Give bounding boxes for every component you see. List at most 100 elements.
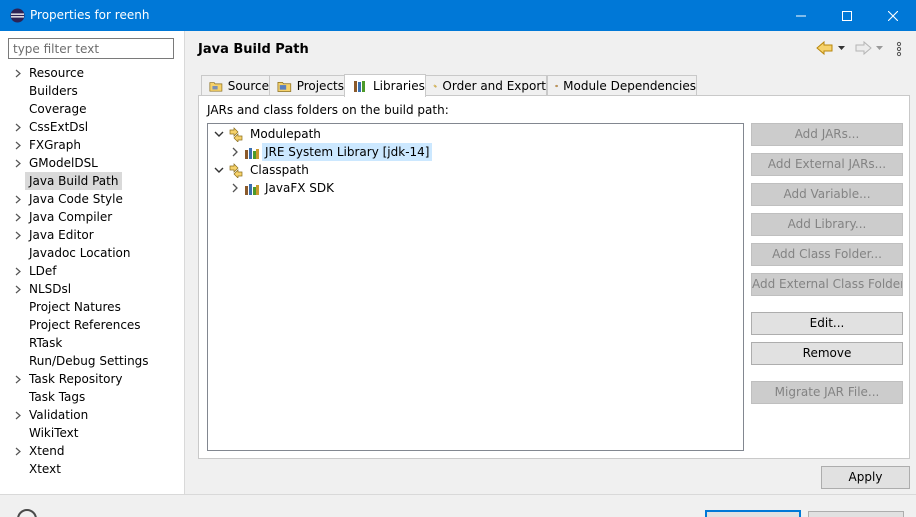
chevron-right-icon[interactable] [14, 411, 22, 420]
forward-arrow-icon[interactable] [854, 40, 872, 56]
chevron-right-icon[interactable] [14, 285, 22, 294]
order-export-icon [433, 84, 437, 88]
sidebar-item-label: FXGraph [29, 138, 81, 152]
chevron-down-icon[interactable] [214, 129, 224, 139]
source-folder-icon [209, 82, 223, 92]
tab-order-and-export[interactable]: Order and Export [425, 75, 547, 96]
sidebar-item[interactable]: Java Code Style [0, 190, 184, 208]
tab-order-and-export-label: Order and Export [442, 79, 546, 93]
chevron-right-icon[interactable] [14, 159, 22, 168]
window-title: Properties for reenh [30, 8, 150, 22]
chevron-right-icon[interactable] [14, 267, 22, 276]
chevron-right-icon[interactable] [14, 447, 22, 456]
panel-description: JARs and class folders on the build path… [207, 103, 449, 117]
minimize-icon [796, 15, 806, 16]
sidebar-item[interactable]: Project References [0, 316, 184, 334]
add-class-folder-button[interactable]: Add Class Folder... [751, 243, 903, 266]
minimize-button[interactable] [778, 0, 824, 31]
sidebar-item[interactable]: Task Tags [0, 388, 184, 406]
view-menu-icon[interactable] [895, 41, 903, 57]
chevron-right-icon[interactable] [14, 375, 22, 384]
filter-input[interactable] [8, 38, 174, 59]
sidebar-item-label: Resource [29, 66, 85, 80]
sidebar-item[interactable]: Xtext [0, 460, 184, 478]
sidebar-item-label: Xtend [29, 444, 65, 458]
forward-menu-icon[interactable] [875, 44, 884, 52]
sidebar-item[interactable]: RTask [0, 334, 184, 352]
help-icon[interactable] [17, 509, 37, 517]
tab-module-dependencies[interactable]: Module Dependencies [547, 75, 697, 96]
build-path-tree[interactable]: Modulepath JRE System Library [jdk-14] C… [207, 123, 744, 451]
sidebar-item[interactable]: Validation [0, 406, 184, 424]
sidebar-item-label: Coverage [29, 102, 87, 116]
sidebar-item[interactable]: Coverage [0, 100, 184, 118]
sidebar-item[interactable]: WikiText [0, 424, 184, 442]
tab-libraries[interactable]: Libraries [344, 74, 426, 97]
classpath-icon [229, 163, 243, 178]
chevron-right-icon[interactable] [230, 147, 240, 157]
cancel-button[interactable] [808, 511, 904, 517]
javafx-sdk-label: JavaFX SDK [265, 181, 335, 195]
tab-module-dependencies-label: Module Dependencies [563, 79, 696, 93]
chevron-right-icon[interactable] [14, 123, 22, 132]
title-bar: Properties for reenh [0, 0, 916, 31]
chevron-right-icon[interactable] [14, 141, 22, 150]
sidebar-item[interactable]: Javadoc Location [0, 244, 184, 262]
libraries-icon [354, 81, 365, 92]
sidebar-item[interactable]: Run/Debug Settings [0, 352, 184, 370]
tab-projects[interactable]: Projects [269, 75, 345, 96]
sidebar-item[interactable]: Java Build Path [0, 172, 184, 190]
tab-libraries-label: Libraries [373, 79, 425, 93]
sidebar-item-label: Task Repository [29, 372, 123, 386]
sidebar-item[interactable]: GModelDSL [0, 154, 184, 172]
remove-button[interactable]: Remove [751, 342, 903, 365]
add-external-jars-button[interactable]: Add External JARs... [751, 153, 903, 176]
jre-library-label: JRE System Library [jdk-14] [262, 143, 433, 161]
chevron-right-icon[interactable] [14, 69, 22, 78]
add-jars-button[interactable]: Add JARs... [751, 123, 903, 146]
add-library-button[interactable]: Add Library... [751, 213, 903, 236]
sidebar-item[interactable]: Xtend [0, 442, 184, 460]
sidebar-item[interactable]: CssExtDsl [0, 118, 184, 136]
sidebar-item-label: WikiText [29, 426, 79, 440]
sidebar-item-label: NLSDsl [29, 282, 72, 296]
add-variable-button[interactable]: Add Variable... [751, 183, 903, 206]
maximize-button[interactable] [824, 0, 870, 31]
tab-source[interactable]: Source [201, 75, 270, 96]
chevron-right-icon[interactable] [14, 231, 22, 240]
back-menu-icon[interactable] [837, 44, 846, 52]
apply-and-close-button[interactable] [705, 510, 801, 517]
apply-button[interactable]: Apply [821, 466, 910, 489]
sidebar-item[interactable]: Java Compiler [0, 208, 184, 226]
sidebar-item[interactable]: Resource [0, 64, 184, 82]
sidebar-item[interactable]: FXGraph [0, 136, 184, 154]
sidebar-item[interactable]: LDef [0, 262, 184, 280]
sidebar-item-label: GModelDSL [29, 156, 98, 170]
migrate-jar-button[interactable]: Migrate JAR File... [751, 381, 903, 404]
sidebar-item[interactable]: Java Editor [0, 226, 184, 244]
chevron-right-icon[interactable] [230, 183, 240, 193]
sidebar-item-label: Java Build Path [25, 172, 123, 190]
chevron-right-icon[interactable] [14, 213, 22, 222]
sidebar-item-label: Project Natures [29, 300, 121, 314]
edit-button[interactable]: Edit... [751, 312, 903, 335]
chevron-down-icon[interactable] [214, 165, 224, 175]
sidebar-item-label: Builders [29, 84, 78, 98]
sidebar-item-label: RTask [29, 336, 63, 350]
chevron-right-icon[interactable] [14, 195, 22, 204]
page-navigation [816, 40, 908, 58]
sidebar-item[interactable]: NLSDsl [0, 280, 184, 298]
sidebar-item-label: Java Editor [29, 228, 94, 242]
sidebar-item-label: Javadoc Location [29, 246, 131, 260]
back-arrow-icon[interactable] [816, 40, 834, 56]
add-external-class-folder-button[interactable]: Add External Class Folder... [751, 273, 903, 296]
sidebar-item-label: LDef [29, 264, 57, 278]
sidebar-item[interactable]: Project Natures [0, 298, 184, 316]
close-button[interactable] [870, 0, 916, 31]
classpath-label: Classpath [250, 163, 309, 177]
sidebar-item[interactable]: Task Repository [0, 370, 184, 388]
sidebar-item-label: Task Tags [29, 390, 86, 404]
sidebar-item[interactable]: Builders [0, 82, 184, 100]
modulepath-icon [229, 127, 243, 142]
tab-source-label: Source [227, 79, 269, 93]
